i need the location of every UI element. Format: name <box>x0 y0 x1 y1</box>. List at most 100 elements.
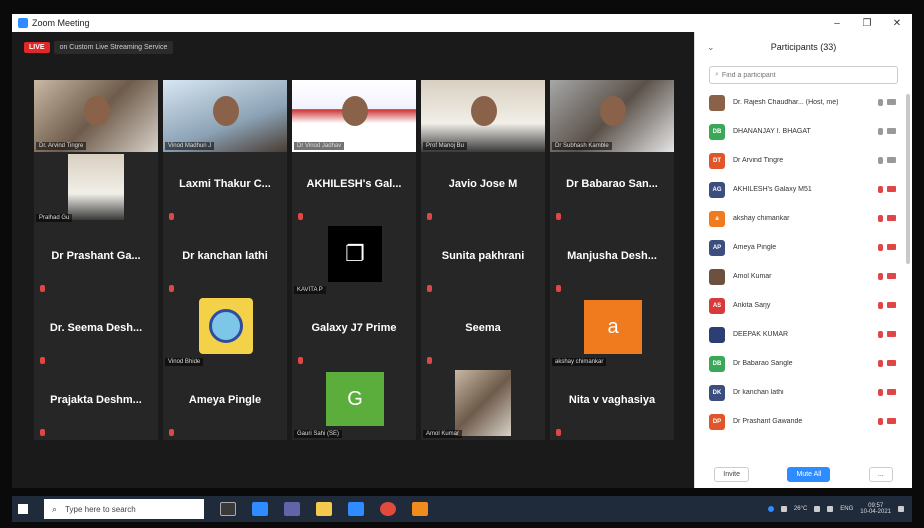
participant-tile[interactable]: Seema <box>421 296 545 368</box>
video-off-icon[interactable] <box>887 331 896 337</box>
video-off-icon[interactable] <box>887 215 896 221</box>
muted-mic-icon[interactable] <box>878 244 883 251</box>
participant-row[interactable]: AP Ameya Pingle <box>695 233 912 262</box>
participant-row[interactable]: DK Dr kanchan lathi <box>695 378 912 407</box>
muted-mic-icon[interactable] <box>878 302 883 309</box>
muted-mic-icon[interactable] <box>878 360 883 367</box>
participant-tile[interactable]: AKHILESH's Gal... <box>292 152 416 224</box>
participant-tile[interactable]: Ameya Pingle <box>163 368 287 440</box>
muted-mic-icon[interactable] <box>878 215 883 222</box>
muted-mic-icon[interactable] <box>878 273 883 280</box>
participant-row[interactable]: DEEPAK KUMAR <box>695 320 912 349</box>
participant-tile[interactable]: Dr kanchan lathi <box>163 224 287 296</box>
task-view-icon[interactable] <box>220 502 236 516</box>
participant-row[interactable]: DP Dr Prashant Gawande <box>695 407 912 436</box>
clock[interactable]: 09:57 10-04-2021 <box>860 503 891 515</box>
participant-tile[interactable]: ❐ KAVITA P <box>292 224 416 296</box>
video-off-icon[interactable] <box>887 273 896 279</box>
participant-row[interactable]: Dr. Rajesh Chaudhar... (Host, me) <box>695 88 912 117</box>
participant-tile[interactable]: Prajakta Deshm... <box>34 368 158 440</box>
participant-search-input[interactable] <box>721 71 892 79</box>
network-icon[interactable] <box>814 506 821 512</box>
video-off-icon[interactable] <box>887 186 896 192</box>
participant-status-icons <box>878 331 896 338</box>
participant-row[interactable]: AG AKHILESH's Galaxy M51 <box>695 175 912 204</box>
vlc-icon[interactable] <box>412 502 428 516</box>
participant-row-name: Ameya Pingle <box>733 244 777 251</box>
participant-tile[interactable]: Pralhad Gu <box>34 152 158 224</box>
live-stream-text[interactable]: on Custom Live Streaming Service <box>53 41 174 54</box>
close-icon[interactable]: ✕ <box>882 18 912 29</box>
participant-tile[interactable]: Javio Jose M <box>421 152 545 224</box>
mic-icon[interactable] <box>878 99 883 106</box>
chrome-icon[interactable] <box>380 502 396 516</box>
participant-tile[interactable]: Nita v vaghasiya <box>550 368 674 440</box>
participant-row-name: DEEPAK KUMAR <box>733 331 789 338</box>
participant-tile[interactable]: a akshay chimankar <box>550 296 674 368</box>
muted-mic-icon[interactable] <box>878 389 883 396</box>
video-icon[interactable] <box>887 99 896 105</box>
participant-row-name: Ankita Sarjy <box>733 302 771 309</box>
zoom-running-icon[interactable] <box>348 502 364 516</box>
video-off-icon[interactable] <box>887 244 896 250</box>
video-icon[interactable] <box>887 157 896 163</box>
participant-row[interactable]: a akshay chimankar <box>695 204 912 233</box>
participant-row[interactable]: AS Ankita Sarjy <box>695 291 912 320</box>
participant-tile[interactable]: Dr. Arvind Tingre <box>34 80 158 152</box>
participant-tile[interactable]: Prof Manoj Bu <box>421 80 545 152</box>
volume-icon[interactable] <box>827 506 834 512</box>
mic-icon[interactable] <box>878 157 883 164</box>
muted-mic-icon[interactable] <box>878 186 883 193</box>
participant-tile[interactable]: Dr Subhash Kamble <box>550 80 674 152</box>
participant-tile[interactable]: Laxmi Thakur C... <box>163 152 287 224</box>
notification-icon[interactable] <box>898 506 904 512</box>
participant-avatar: AG <box>709 181 725 198</box>
video-icon[interactable] <box>887 128 896 134</box>
minimize-icon[interactable]: – <box>822 18 852 29</box>
video-off-icon[interactable] <box>887 302 896 308</box>
more-button[interactable]: ... <box>868 466 893 482</box>
participant-avatar <box>709 326 725 343</box>
participant-tile[interactable]: Amol Kumar <box>421 368 545 440</box>
participant-tile[interactable]: Dr Babarao San... <box>550 152 674 224</box>
help-icon[interactable] <box>767 506 774 512</box>
participant-row[interactable]: DT Dr Arvind Tingre <box>695 146 912 175</box>
video-off-icon[interactable] <box>887 418 896 424</box>
participant-row-name: Dr Arvind Tingre <box>733 157 784 164</box>
video-off-icon[interactable] <box>887 360 896 366</box>
participant-scrollbar[interactable] <box>906 94 910 264</box>
participant-status-icons <box>878 302 896 309</box>
participants-panel: ⌄ Participants (33) ⌕ Dr. Rajesh Chaudha… <box>694 32 912 488</box>
mute-all-button[interactable]: Mute All <box>787 466 831 482</box>
muted-mic-icon[interactable] <box>878 331 883 338</box>
teams-app-icon[interactable] <box>284 502 300 516</box>
participant-tile[interactable]: Galaxy J7 Prime <box>292 296 416 368</box>
participant-tile[interactable]: Dr. Seema Desh... <box>34 296 158 368</box>
participant-tile[interactable]: G Gauri Sahi (SE) <box>292 368 416 440</box>
file-explorer-icon[interactable] <box>316 502 332 516</box>
zoom-app-icon[interactable] <box>252 502 268 516</box>
video-off-icon[interactable] <box>887 389 896 395</box>
mic-icon[interactable] <box>878 128 883 135</box>
taskbar-search[interactable]: ⌕ Type here to search <box>44 499 204 519</box>
chevron-down-icon[interactable]: ⌄ <box>707 42 715 53</box>
start-button[interactable] <box>12 496 34 522</box>
participant-tile[interactable]: Vinod Madhuri J <box>163 80 287 152</box>
participant-tile[interactable]: Dr Prashant Ga... <box>34 224 158 296</box>
participant-row[interactable]: DB DHANANJAY I. BHAGAT <box>695 117 912 146</box>
clock-date: 10-04-2021 <box>860 509 891 515</box>
participant-tile[interactable]: Vinod Bhide <box>163 296 287 368</box>
participant-search[interactable]: ⌕ <box>709 66 898 84</box>
restore-icon[interactable]: ❐ <box>852 18 882 29</box>
participant-name: Dr Prashant Ga... <box>51 250 141 262</box>
live-indicator[interactable]: LIVE on Custom Live Streaming Service <box>24 40 174 55</box>
participant-row[interactable]: DB Dr Babarao Sangle <box>695 349 912 378</box>
muted-mic-icon[interactable] <box>878 418 883 425</box>
participant-row[interactable]: Amol Kumar <box>695 262 912 291</box>
participant-tile[interactable]: Dr Vinod Jadhav <box>292 80 416 152</box>
language[interactable]: ENG <box>840 506 853 512</box>
participant-tile[interactable]: Sunita pakhrani <box>421 224 545 296</box>
participant-tile[interactable]: Manjusha Desh... <box>550 224 674 296</box>
invite-button[interactable]: Invite <box>714 466 749 482</box>
weather-icon[interactable] <box>780 506 787 512</box>
